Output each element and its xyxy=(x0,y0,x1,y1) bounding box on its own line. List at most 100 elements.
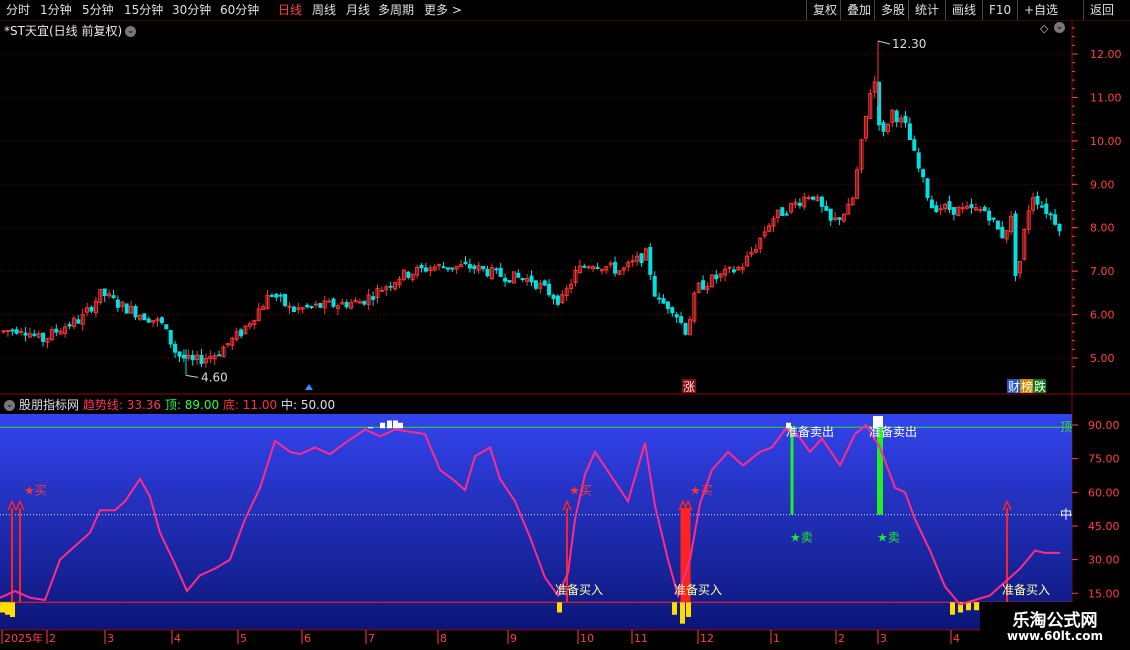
candle-body xyxy=(498,267,503,277)
candle-body xyxy=(714,274,719,280)
time-tick-label: 11 xyxy=(634,632,648,645)
top-histogram-bar xyxy=(398,422,403,429)
time-tick-label: 5 xyxy=(240,632,247,645)
candle-body xyxy=(472,265,477,270)
indicator-tick-label: 45.00 xyxy=(1088,520,1120,533)
candle-body xyxy=(32,333,37,336)
candle-body xyxy=(947,201,952,210)
candle-body xyxy=(727,266,732,269)
candle-body xyxy=(283,293,288,307)
candle-body xyxy=(1053,214,1058,225)
indicator-title[interactable]: ⌄ 股朋指标网 趋势线: 33.36 顶: 89.00 底: 11.00 中: 5… xyxy=(4,396,335,413)
buy-prepare-label: 准备买入 xyxy=(555,583,603,597)
bottom-value: 底: 11.00 xyxy=(222,398,278,412)
price-tick-label: 5.00 xyxy=(1090,352,1115,365)
candle-body xyxy=(278,294,283,297)
indicator-tick-label: 90.00 xyxy=(1088,419,1120,432)
candle-body xyxy=(995,220,1000,230)
time-tick-label: 3 xyxy=(880,632,887,645)
candle-body xyxy=(1048,213,1053,216)
candle-body xyxy=(291,306,296,312)
bang-label: 榜 xyxy=(1021,379,1033,394)
indicator-tick-label: 15.00 xyxy=(1088,587,1120,600)
candle-body xyxy=(507,279,512,283)
indicator-name: 股朋指标网 xyxy=(19,398,80,412)
candle-body xyxy=(190,354,195,361)
candle-body xyxy=(419,264,424,269)
low-pointer xyxy=(185,374,199,378)
sell-signal-bar xyxy=(877,427,883,515)
time-tick-label: 2 xyxy=(838,632,845,645)
time-tick-label: 2025年 xyxy=(4,631,43,645)
bottom-histogram-bar xyxy=(950,602,955,615)
candle-body xyxy=(661,298,666,304)
candle-body xyxy=(481,265,486,270)
candle-body xyxy=(485,268,490,277)
candle-body xyxy=(1035,195,1040,205)
candle-body xyxy=(67,324,72,327)
chevron-down-icon[interactable]: ⌄ xyxy=(4,400,15,411)
candle-body xyxy=(76,319,81,324)
candle-body xyxy=(542,280,547,286)
time-tick-label: 1 xyxy=(773,632,780,645)
candle-body xyxy=(701,280,706,290)
candle-body xyxy=(388,285,393,288)
candle-body xyxy=(177,351,182,357)
sell-prepare-label: 准备卖出 xyxy=(869,425,917,439)
watermark-url: www.60lt.com xyxy=(1006,629,1104,643)
mid-tag: 中 xyxy=(1060,507,1072,522)
candle-body xyxy=(934,205,939,213)
candle-body xyxy=(657,297,662,300)
candle-body xyxy=(5,329,10,332)
candle-body xyxy=(463,261,468,265)
candle-body xyxy=(1039,205,1044,208)
candle-body xyxy=(89,306,94,312)
bottom-histogram-bar xyxy=(0,602,5,613)
buy-star-label: ★买 xyxy=(24,484,47,498)
time-tick-label: 4 xyxy=(953,632,960,645)
candle-body xyxy=(441,266,446,269)
chart-canvas[interactable]: 12.30 4.60 涨 财榜跌 顶中 ★买 ★买 ★买准备买入 准备买入 准备买入 准备卖出 准… xyxy=(0,0,1130,650)
candle-body xyxy=(318,302,323,308)
candle-body xyxy=(217,354,222,357)
candle-body xyxy=(111,295,116,298)
candle-body xyxy=(115,299,120,308)
candle-body xyxy=(362,300,367,305)
top-histogram-bar xyxy=(387,420,392,429)
candle-body xyxy=(168,329,173,345)
candle-body xyxy=(181,354,186,359)
candle-body xyxy=(811,196,816,200)
candle-body xyxy=(327,300,332,303)
candle-body xyxy=(133,305,138,318)
candle-body xyxy=(529,275,534,283)
buy-star-label: ★买 xyxy=(569,484,592,498)
candle-body xyxy=(665,301,670,310)
candle-body xyxy=(494,268,499,271)
time-tick-label: 7 xyxy=(368,632,375,645)
candle-body xyxy=(1000,226,1005,239)
candle-body xyxy=(41,332,46,342)
time-tick-label: 6 xyxy=(304,632,311,645)
candle-body xyxy=(582,265,587,268)
time-tick-label: 12 xyxy=(700,632,714,645)
candle-body xyxy=(102,288,107,297)
time-tick-label: 10 xyxy=(580,632,594,645)
time-tick-label: 2 xyxy=(49,632,56,645)
time-tick-label: 3 xyxy=(107,632,114,645)
candle-body xyxy=(239,329,244,337)
bottom-histogram-bar xyxy=(672,602,677,615)
candle-body xyxy=(978,208,983,211)
top-tag: 顶 xyxy=(1060,420,1072,434)
die-label: 跌 xyxy=(1034,379,1046,394)
candle-body xyxy=(551,294,556,299)
time-tick-label: 8 xyxy=(440,632,447,645)
candle-body xyxy=(159,317,164,324)
candle-body xyxy=(467,264,472,269)
candle-body xyxy=(824,205,829,211)
candle-body xyxy=(987,210,992,221)
bottom-histogram-bar xyxy=(557,602,562,613)
site-watermark: 乐淘公式网 www.60lt.com xyxy=(980,602,1130,650)
candle-body xyxy=(929,199,934,209)
candle-body xyxy=(595,266,600,269)
candle-body xyxy=(406,271,411,278)
